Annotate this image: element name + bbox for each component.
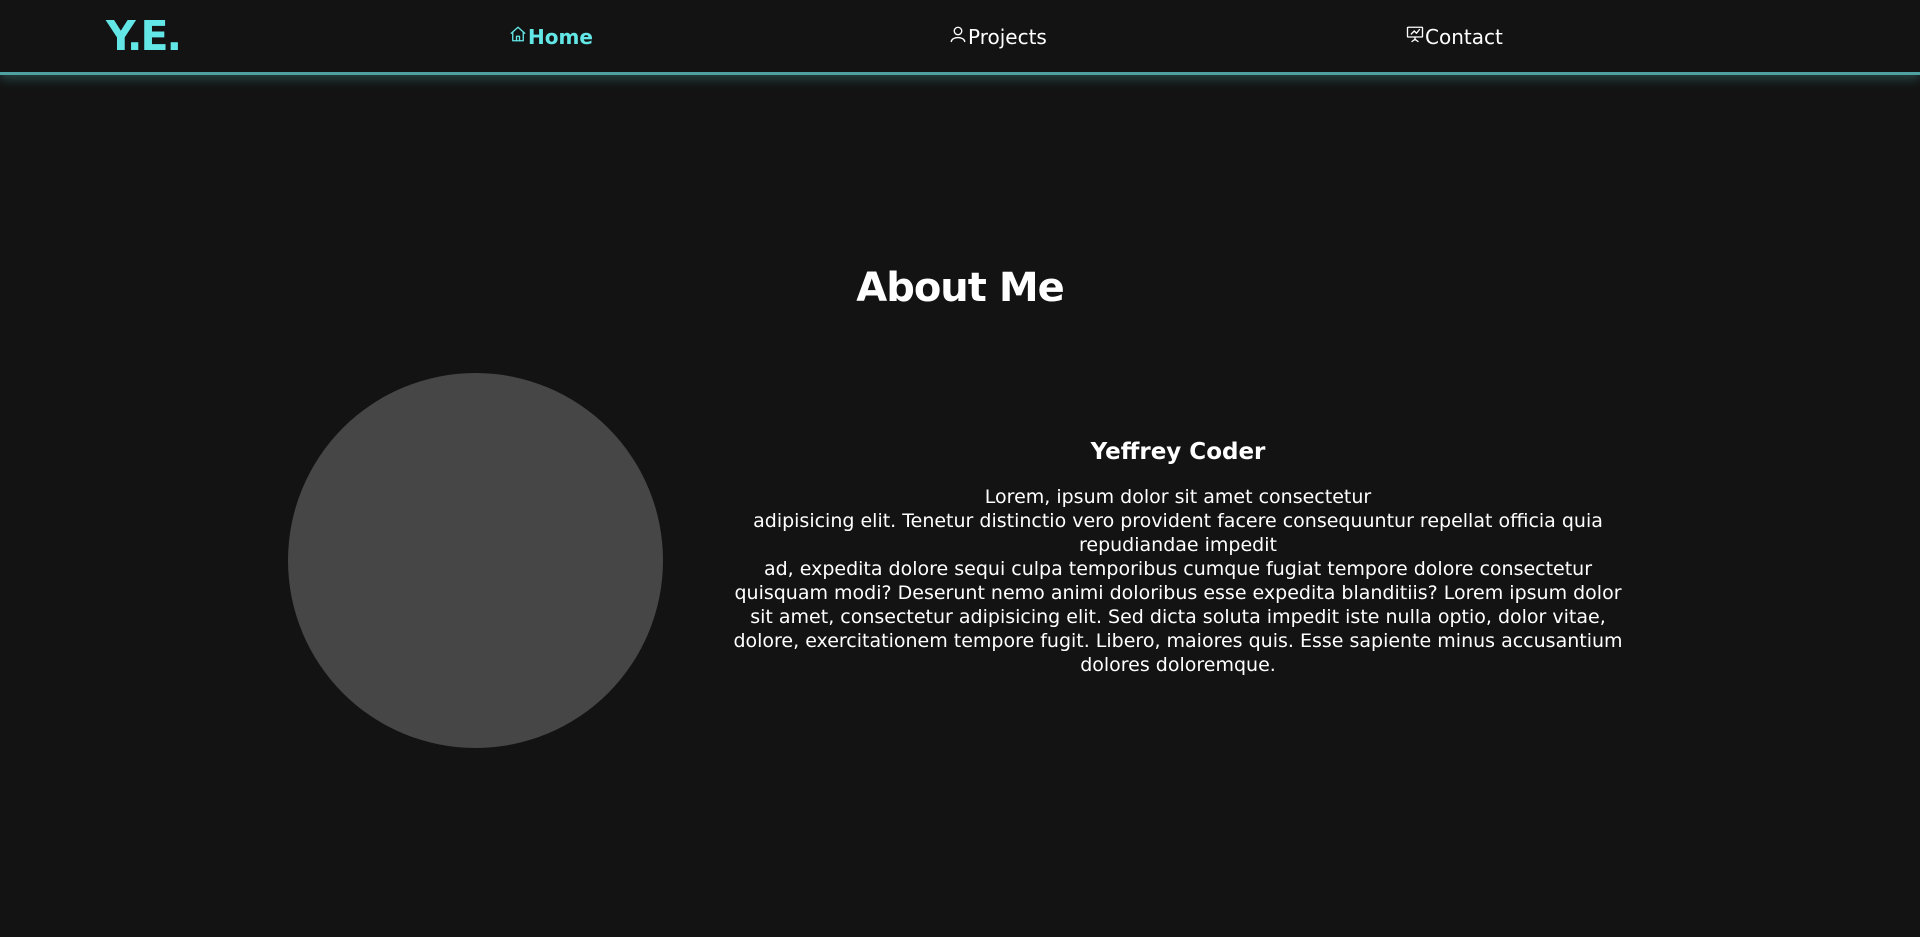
presentation-icon [1406,25,1424,43]
section-title: About Me [0,262,1920,314]
top-navbar: Y.E. Home Projects Contact [0,0,1920,75]
section-title-text: About Me [856,265,1065,311]
nav-link-label: Projects [968,25,1047,49]
nav-link-label: Contact [1425,25,1503,49]
nav-link-label: Home [528,25,593,49]
nav-link-home[interactable]: Home [509,23,593,51]
bio-line: adipisicing elit. Tenetur distinctio ver… [753,510,1603,556]
nav-link-projects[interactable]: Projects [949,23,1047,51]
bio-line: ad, expedita dolore sequi culpa temporib… [733,558,1623,676]
user-icon [949,25,967,43]
site-logo[interactable]: Y.E. [106,12,182,60]
bio-paragraph: Lorem, ipsum dolor sit amet consectetur … [728,485,1628,677]
bio-block: Yeffrey Coder Lorem, ipsum dolor sit ame… [728,435,1628,677]
home-icon [509,25,527,43]
bio-line: Lorem, ipsum dolor sit amet consectetur [984,486,1372,508]
profile-name: Yeffrey Coder [1090,439,1266,465]
avatar [288,373,663,748]
nav-link-contact[interactable]: Contact [1406,23,1503,51]
